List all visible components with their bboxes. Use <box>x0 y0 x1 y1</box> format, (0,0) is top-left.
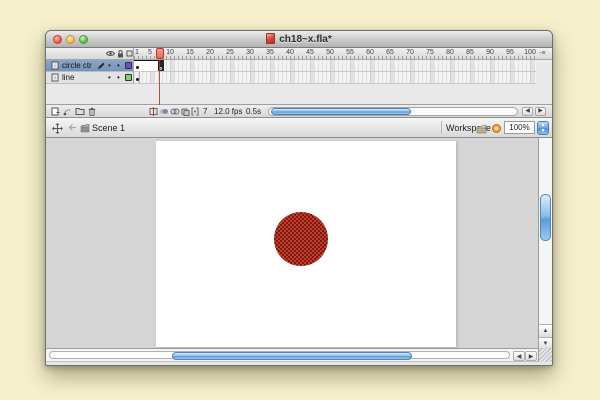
timeline-header: 1 5 10 15 20 25 30 35 40 45 50 55 60 65 70 75 80 85 90 95 10… <box>46 48 552 60</box>
frame-end-marker <box>139 72 140 83</box>
onion-skin-outlines-icon[interactable] <box>170 107 180 116</box>
center-frame-icon[interactable] <box>149 107 158 116</box>
flash-document-window: ch18~x.fla* 1 5 10 15 20 25 30 35 40 45 50 55 60 65 70… <box>45 30 553 366</box>
back-arrow-icon[interactable] <box>68 123 77 132</box>
ruler-number: 40 <box>286 49 294 56</box>
elapsed-time-value: 0.5s <box>246 107 262 116</box>
ruler-number: 85 <box>466 49 474 56</box>
window-titlebar[interactable]: ch18~x.fla* <box>46 31 552 48</box>
ruler-number: 60 <box>366 49 374 56</box>
layer-lock-dot[interactable]: • <box>117 60 120 72</box>
timeline-ruler[interactable]: 1 5 10 15 20 25 30 35 40 45 50 55 60 65 70 75 80 85 90 95 10… <box>134 48 536 59</box>
document-icon <box>266 33 276 44</box>
frame-span[interactable] <box>134 60 158 71</box>
pasteboard[interactable] <box>46 138 538 348</box>
scroll-left-arrow[interactable]: ◀ <box>513 351 525 361</box>
ruler-number: 10 <box>166 49 174 56</box>
frames-strip-circle-ctr[interactable] <box>134 60 536 72</box>
scene-clapperboard-icon <box>80 123 90 133</box>
insert-layer-icon[interactable] <box>51 107 60 116</box>
vertical-scrollbar-thumb[interactable] <box>540 194 551 241</box>
ruler-number: 45 <box>306 49 314 56</box>
layer-visible-dot[interactable]: • <box>108 72 111 84</box>
scroll-up-arrow[interactable]: ▲ <box>539 325 552 337</box>
ruler-number: 55 <box>346 49 354 56</box>
layer-visible-dot[interactable]: • <box>108 60 111 72</box>
layer-outline-color-swatch[interactable] <box>125 74 132 81</box>
ruler-number: 70 <box>406 49 414 56</box>
scroll-right-arrow[interactable]: ▶ <box>525 351 537 361</box>
ruler-number: 5 <box>148 49 152 56</box>
red-circle-shape[interactable] <box>274 212 328 266</box>
window-title-text: ch18~x.fla* <box>279 34 332 45</box>
zoom-level-field[interactable]: 100% <box>504 121 535 134</box>
horizontal-scrollbar-thumb[interactable] <box>172 352 412 360</box>
ruler-number: 75 <box>426 49 434 56</box>
ruler-number: 90 <box>486 49 494 56</box>
timeline-status-bar: 7 12.0 fps 0.5s ◀ ▶ <box>46 104 552 117</box>
layer-name: circle ctr <box>62 61 92 70</box>
outline-square-icon[interactable] <box>126 50 133 57</box>
ruler-number: 50 <box>326 49 334 56</box>
ruler-number: 65 <box>386 49 394 56</box>
layer-outline-color-swatch[interactable] <box>125 62 132 69</box>
layers-header <box>46 48 134 59</box>
timeline-layer-rows: circle ctr • • line • • <box>46 60 552 105</box>
timeline-scrollbar-thumb[interactable] <box>271 108 411 115</box>
ruler-number: 80 <box>446 49 454 56</box>
stage-canvas[interactable] <box>156 141 456 347</box>
edit-bar-separator <box>441 121 442 134</box>
stepper-down-icon[interactable]: ▼ <box>538 128 548 134</box>
lock-icon[interactable] <box>117 50 124 58</box>
vertical-scrollbar[interactable]: ▲ ▼ <box>538 138 552 349</box>
timeline-scrollbar-track[interactable] <box>268 107 518 116</box>
layer-info-line[interactable]: line • • <box>46 72 134 84</box>
ruler-number: 30 <box>246 49 254 56</box>
layer-name: line <box>62 73 75 82</box>
frame-rate-value[interactable]: 12.0 fps <box>214 107 242 116</box>
modify-onion-markers-icon[interactable] <box>191 107 199 116</box>
show-hide-eye-icon[interactable] <box>106 50 115 57</box>
playhead-marker[interactable] <box>156 48 164 59</box>
layer-info-circle-ctr[interactable]: circle ctr • • <box>46 60 134 72</box>
ruler-number: 15 <box>186 49 194 56</box>
edit-bar-handle-icon[interactable] <box>52 123 63 134</box>
layer-row-circle-ctr[interactable]: circle ctr • • <box>46 60 552 72</box>
workspace-menu[interactable]: Workspace ▾ <box>446 123 497 133</box>
edit-bar: Scene 1 Workspace ▾ 100% ▲ ▼ <box>46 118 552 138</box>
ruler-number: 35 <box>266 49 274 56</box>
ruler-number: 25 <box>226 49 234 56</box>
timeline-panel: 1 5 10 15 20 25 30 35 40 45 50 55 60 65 70 75 80 85 90 95 10… <box>46 48 552 118</box>
layer-page-icon <box>51 61 59 70</box>
layer-page-icon <box>51 73 59 82</box>
frame-view-menu-icon[interactable]: -≡ <box>539 50 549 58</box>
horizontal-scrollbar-track[interactable] <box>49 351 510 360</box>
scene-breadcrumb[interactable]: Scene 1 <box>92 123 125 133</box>
layer-row-line[interactable]: line • • <box>46 72 552 84</box>
edit-symbols-icon[interactable] <box>491 123 502 134</box>
delete-layer-icon[interactable] <box>88 107 96 116</box>
ruler-number: 1 <box>135 49 139 56</box>
pencil-active-icon <box>97 62 105 70</box>
horizontal-scrollbar[interactable]: ◀ ▶ <box>46 348 538 362</box>
insert-layer-folder-icon[interactable] <box>75 107 85 115</box>
layer-lock-dot[interactable]: • <box>117 72 120 84</box>
vertical-scrollbar-arrows: ▲ ▼ <box>539 324 552 349</box>
timeline-scroll-left-arrow[interactable]: ◀ <box>522 107 533 116</box>
edit-multiple-frames-icon[interactable] <box>181 107 190 116</box>
window-resize-grip[interactable] <box>538 348 552 362</box>
frames-strip-line[interactable] <box>134 72 536 84</box>
playhead-line[interactable] <box>159 60 160 105</box>
zoom-stepper[interactable]: ▲ ▼ <box>537 121 549 135</box>
ruler-number: 100 <box>524 49 536 56</box>
window-title: ch18~x.fla* <box>46 33 552 45</box>
ruler-number: 95 <box>506 49 514 56</box>
current-frame-value: 7 <box>203 107 208 116</box>
onion-skin-icon[interactable] <box>159 107 169 116</box>
timeline-scroll-right-arrow[interactable]: ▶ <box>535 107 546 116</box>
add-motion-guide-icon[interactable] <box>63 107 72 116</box>
keyframe-dot[interactable] <box>136 66 139 69</box>
ruler-number: 20 <box>206 49 214 56</box>
edit-scene-icon[interactable] <box>476 123 488 134</box>
